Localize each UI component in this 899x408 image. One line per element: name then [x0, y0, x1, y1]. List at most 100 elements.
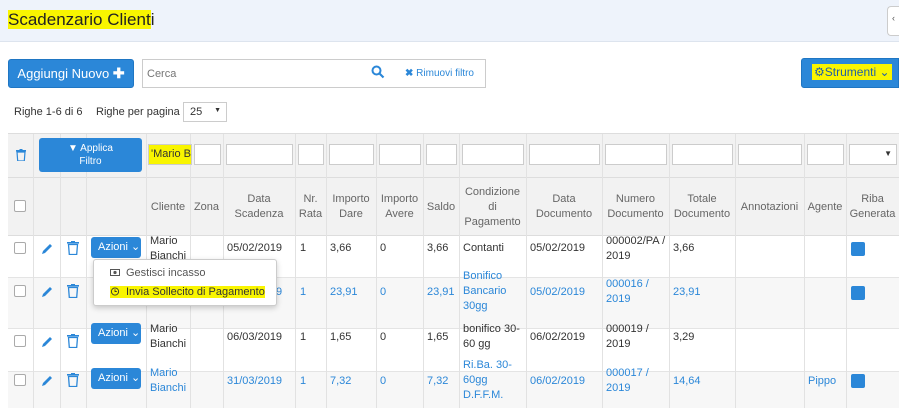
cell-saldo: 7,32	[427, 375, 449, 387]
clear-filters-trash-icon[interactable]	[16, 149, 26, 161]
cell-data-doc: 05/02/2019	[530, 242, 586, 254]
search-box: ✖ Rimuovi filtro	[142, 59, 486, 88]
col-totale-documento[interactable]: Totale Documento	[669, 178, 735, 236]
cell-num-doc: 000016 /2019	[606, 278, 649, 305]
caret-down-icon: ▼	[884, 149, 892, 158]
riba-generated-indicator[interactable]	[851, 286, 865, 300]
cell-condizione: bonifico 30- 60 gg	[463, 323, 520, 350]
col-data-documento[interactable]: Data Documento	[526, 178, 602, 236]
gears-icon: ⚙	[814, 65, 825, 79]
scadenza-filter-input[interactable]	[226, 144, 293, 165]
col-saldo[interactable]: Saldo	[423, 178, 459, 236]
col-importo-dare[interactable]: Importo Dare	[326, 178, 376, 236]
menu-item-gestisci-incasso[interactable]: Gestisci incasso	[110, 267, 205, 279]
actions-button[interactable]: Azioni ⌄	[91, 323, 141, 344]
row-checkbox[interactable]	[14, 242, 26, 254]
cliente-filter-input[interactable]: 'Mario B	[148, 144, 192, 165]
data-doc-filter-input[interactable]	[529, 144, 600, 165]
chevron-down-icon: ⌄	[131, 327, 141, 339]
cell-dare: 3,66	[330, 242, 352, 254]
col-riba-generata[interactable]: Riba Generata	[846, 178, 899, 236]
chevron-down-icon: ⌄	[879, 65, 890, 79]
cell-data-doc: 05/02/2019	[530, 286, 586, 298]
col-importo-avere[interactable]: Importo Avere	[376, 178, 423, 236]
edit-pencil-icon[interactable]	[40, 335, 54, 349]
rows-per-page-select[interactable]: 25 ▼	[183, 102, 227, 122]
delete-trash-icon[interactable]	[67, 241, 79, 255]
cell-num-doc: 000017 /2019	[606, 367, 649, 394]
cell-totale: 3,66	[673, 242, 695, 254]
col-numero-documento[interactable]: Numero Documento	[602, 178, 669, 236]
delete-trash-icon[interactable]	[67, 373, 79, 387]
cell-condizione: Ri.Ba. 30- 60gg D.F.F.M.	[463, 359, 512, 401]
actions-button[interactable]: Azioni ⌄	[91, 237, 141, 258]
riba-generated-indicator[interactable]	[851, 374, 865, 388]
condizione-filter-input[interactable]	[462, 144, 524, 165]
cell-totale: 23,91	[673, 286, 701, 298]
rata-filter-input[interactable]	[298, 144, 324, 165]
menu-item-invia-sollecito[interactable]: Invia Sollecito di Pagamento	[110, 286, 265, 298]
edit-pencil-icon[interactable]	[40, 374, 54, 388]
cell-dare: 7,32	[330, 375, 352, 387]
filter-icon: ▼	[68, 143, 78, 154]
cell-avere: 0	[380, 375, 387, 387]
num-doc-filter-input[interactable]	[605, 144, 667, 165]
cell-rata: 1	[300, 242, 307, 254]
select-all-checkbox[interactable]	[14, 200, 26, 212]
row-checkbox[interactable]	[14, 335, 26, 347]
cell-saldo: 3,66	[427, 242, 449, 254]
riba-generated-indicator[interactable]	[851, 242, 865, 256]
cell-scadenza: 05/02/2019	[227, 242, 283, 254]
col-annotazioni[interactable]: Annotazioni	[735, 178, 804, 236]
cell-num-doc: 000002/PA /2019	[606, 235, 666, 262]
search-icon[interactable]	[371, 65, 385, 79]
edit-pencil-icon[interactable]	[40, 285, 54, 299]
title-bar: Scadenzario Clienti ‹	[0, 0, 899, 42]
avere-filter-input[interactable]	[379, 144, 421, 165]
rows-per-page-label: Righe per pagina	[96, 106, 180, 118]
search-input[interactable]	[147, 65, 347, 83]
cell-avere: 0	[380, 286, 387, 298]
delete-trash-icon[interactable]	[67, 284, 79, 298]
cell-cliente: Mario Bianchi	[150, 323, 187, 350]
col-cliente[interactable]: Cliente	[146, 178, 190, 236]
table-row	[8, 372, 899, 408]
col-condizione[interactable]: Condizione di Pagamento	[459, 178, 526, 236]
row-checkbox[interactable]	[14, 374, 26, 386]
tools-button[interactable]: ⚙Strumenti ⌄	[801, 58, 899, 88]
dare-filter-input[interactable]	[329, 144, 374, 165]
col-data-scadenza[interactable]: Data Scadenza	[223, 178, 295, 236]
cell-data-doc: 06/02/2019	[530, 331, 586, 343]
corner-toggle-button[interactable]: ‹	[887, 6, 899, 36]
apply-filter-button[interactable]: ▼ Applica Filtro	[39, 138, 142, 172]
plus-icon: ✚	[112, 65, 125, 81]
cell-dare: 1,65	[330, 331, 352, 343]
add-new-button[interactable]: Aggiungi Nuovo ✚	[8, 59, 134, 88]
delete-trash-icon[interactable]	[67, 334, 79, 348]
cell-saldo: 1,65	[427, 331, 449, 343]
cell-totale: 14,64	[673, 375, 701, 387]
cell-agente: Pippo	[808, 375, 837, 387]
actions-button[interactable]: Azioni ⌄	[91, 368, 141, 389]
edit-pencil-icon[interactable]	[40, 242, 54, 256]
remove-filter-link[interactable]: ✖ Rimuovi filtro	[405, 68, 474, 79]
riba-filter-select[interactable]: ▼	[849, 144, 897, 165]
rows-info: Righe 1-6 di 6	[14, 106, 83, 118]
actions-dropdown-menu: Gestisci incasso Invia Sollecito di Paga…	[93, 259, 277, 306]
cell-dare: 23,91	[330, 286, 358, 298]
cell-data-doc: 06/02/2019	[530, 375, 586, 387]
row-checkbox[interactable]	[14, 285, 26, 297]
cell-saldo: 23,91	[427, 286, 455, 298]
saldo-filter-input[interactable]	[426, 144, 457, 165]
col-agente[interactable]: Agente	[804, 178, 846, 236]
totale-filter-input[interactable]	[672, 144, 733, 165]
col-zona[interactable]: Zona	[190, 178, 223, 236]
agente-filter-input[interactable]	[807, 144, 844, 165]
annotazioni-filter-input[interactable]	[738, 144, 802, 165]
cell-avere: 0	[380, 242, 387, 254]
clock-icon	[110, 287, 120, 296]
cell-rata: 1	[300, 286, 307, 298]
chevron-down-icon: ⌄	[131, 372, 141, 384]
zona-filter-input[interactable]	[194, 144, 221, 165]
col-nr-rata[interactable]: Nr. Rata	[295, 178, 326, 236]
